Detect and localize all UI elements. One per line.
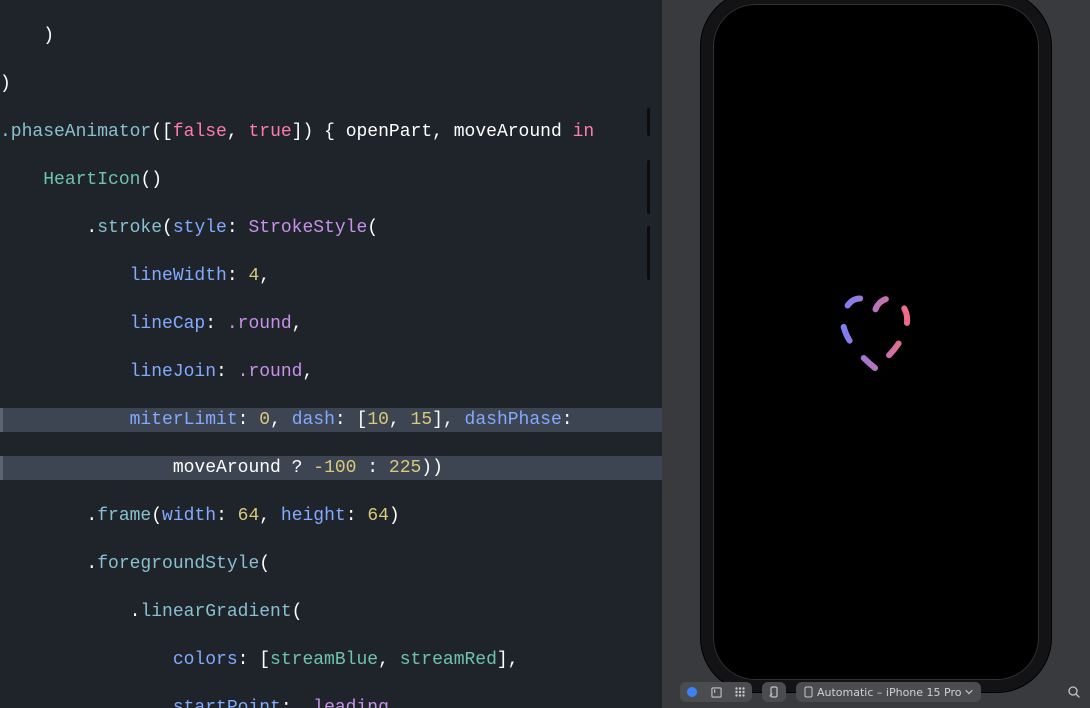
code-token: height (281, 506, 346, 526)
variants-button[interactable] (728, 682, 752, 702)
device-selector[interactable]: Automatic – iPhone 15 Pro (796, 682, 981, 702)
toolbar-group-left (680, 682, 752, 702)
code-token: miterLimit (130, 410, 238, 430)
code-block[interactable]: ) ) .phaseAnimator([false, true]) { open… (0, 0, 662, 708)
code-token: 64 (367, 506, 389, 526)
code-token: -100 (313, 458, 356, 478)
code-token: openPart (346, 122, 432, 142)
code-token: StrokeStyle (248, 218, 367, 238)
code-editor[interactable]: ) ) .phaseAnimator([false, true]) { open… (0, 0, 662, 708)
keyword-in: in (573, 122, 595, 142)
code-token: dash (292, 410, 335, 430)
iphone-icon (804, 686, 813, 698)
code-token: lineWidth (130, 266, 227, 286)
zoom-button[interactable] (1064, 682, 1084, 702)
code-token: width (162, 506, 216, 526)
code-token: ) (43, 26, 54, 46)
live-preview-button[interactable] (680, 682, 704, 702)
preview-toolbar: Automatic – iPhone 15 Pro (662, 680, 1090, 704)
code-token: moveAround (173, 458, 281, 478)
code-token: style (173, 218, 227, 238)
code-token: foregroundStyle (97, 554, 259, 574)
code-token: .phaseAnimator (0, 122, 151, 142)
code-token: 15 (411, 410, 433, 430)
phone-side-button (647, 160, 650, 214)
heart-icon (812, 275, 940, 409)
code-token: 0 (259, 410, 270, 430)
code-token: streamRed (400, 650, 497, 670)
code-token: moveAround (454, 122, 562, 142)
code-token: 10 (367, 410, 389, 430)
code-token: colors (173, 650, 238, 670)
code-token: 4 (248, 266, 259, 286)
code-token: linearGradient (140, 602, 291, 622)
code-token: lineJoin (130, 362, 216, 382)
phone-side-button (647, 226, 650, 280)
code-token: .round (227, 314, 292, 334)
code-token: HeartIcon (43, 170, 140, 190)
code-token: dashPhase (465, 410, 562, 430)
device-settings-button[interactable] (762, 682, 786, 702)
code-token: .leading (302, 698, 388, 708)
code-token: 64 (238, 506, 260, 526)
phone-side-button (647, 108, 650, 136)
device-label: Automatic – iPhone 15 Pro (817, 686, 961, 699)
code-token: startPoint (173, 698, 281, 708)
code-token: .round (238, 362, 303, 382)
chevron-down-icon (965, 688, 973, 696)
toolbar-group-mid (762, 682, 786, 702)
code-token: streamBlue (270, 650, 378, 670)
preview-panel: Automatic – iPhone 15 Pro (662, 0, 1090, 708)
code-token: 225 (389, 458, 421, 478)
code-token: ) (0, 74, 11, 94)
keyword-true: true (248, 122, 291, 142)
code-token: stroke (97, 218, 162, 238)
code-token: lineCap (130, 314, 206, 334)
selectable-button[interactable] (704, 682, 728, 702)
keyword-false: false (173, 122, 227, 142)
device-frame (701, 0, 1051, 692)
code-token: frame (97, 506, 151, 526)
